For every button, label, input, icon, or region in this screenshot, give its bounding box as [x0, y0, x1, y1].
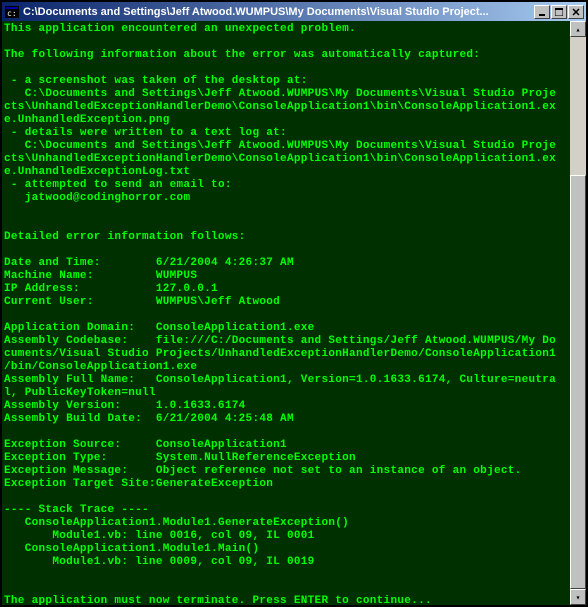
console-output: This application encountered an unexpect… [4, 23, 568, 605]
close-button[interactable] [568, 5, 584, 19]
vertical-scrollbar[interactable]: ▴ ▾ [570, 21, 586, 605]
scrollbar-track[interactable] [570, 37, 586, 589]
scrollbar-thumb[interactable] [570, 175, 586, 589]
app-icon: c: [4, 4, 20, 20]
window-controls [534, 5, 584, 19]
svg-text:c:: c: [7, 9, 17, 18]
scroll-down-button[interactable]: ▾ [570, 589, 586, 605]
console-area: This application encountered an unexpect… [2, 21, 586, 605]
console-window: c: C:\Documents and Settings\Jeff Atwood… [0, 0, 588, 607]
scroll-down-icon: ▾ [576, 593, 581, 602]
scroll-up-icon: ▴ [576, 25, 581, 34]
maximize-icon [555, 8, 563, 16]
close-icon [572, 8, 580, 16]
window-title: C:\Documents and Settings\Jeff Atwood.WU… [23, 6, 534, 18]
titlebar: c: C:\Documents and Settings\Jeff Atwood… [2, 2, 586, 21]
maximize-button[interactable] [551, 5, 567, 19]
minimize-button[interactable] [534, 5, 550, 19]
scroll-up-button[interactable]: ▴ [570, 21, 586, 37]
minimize-icon [538, 8, 546, 16]
